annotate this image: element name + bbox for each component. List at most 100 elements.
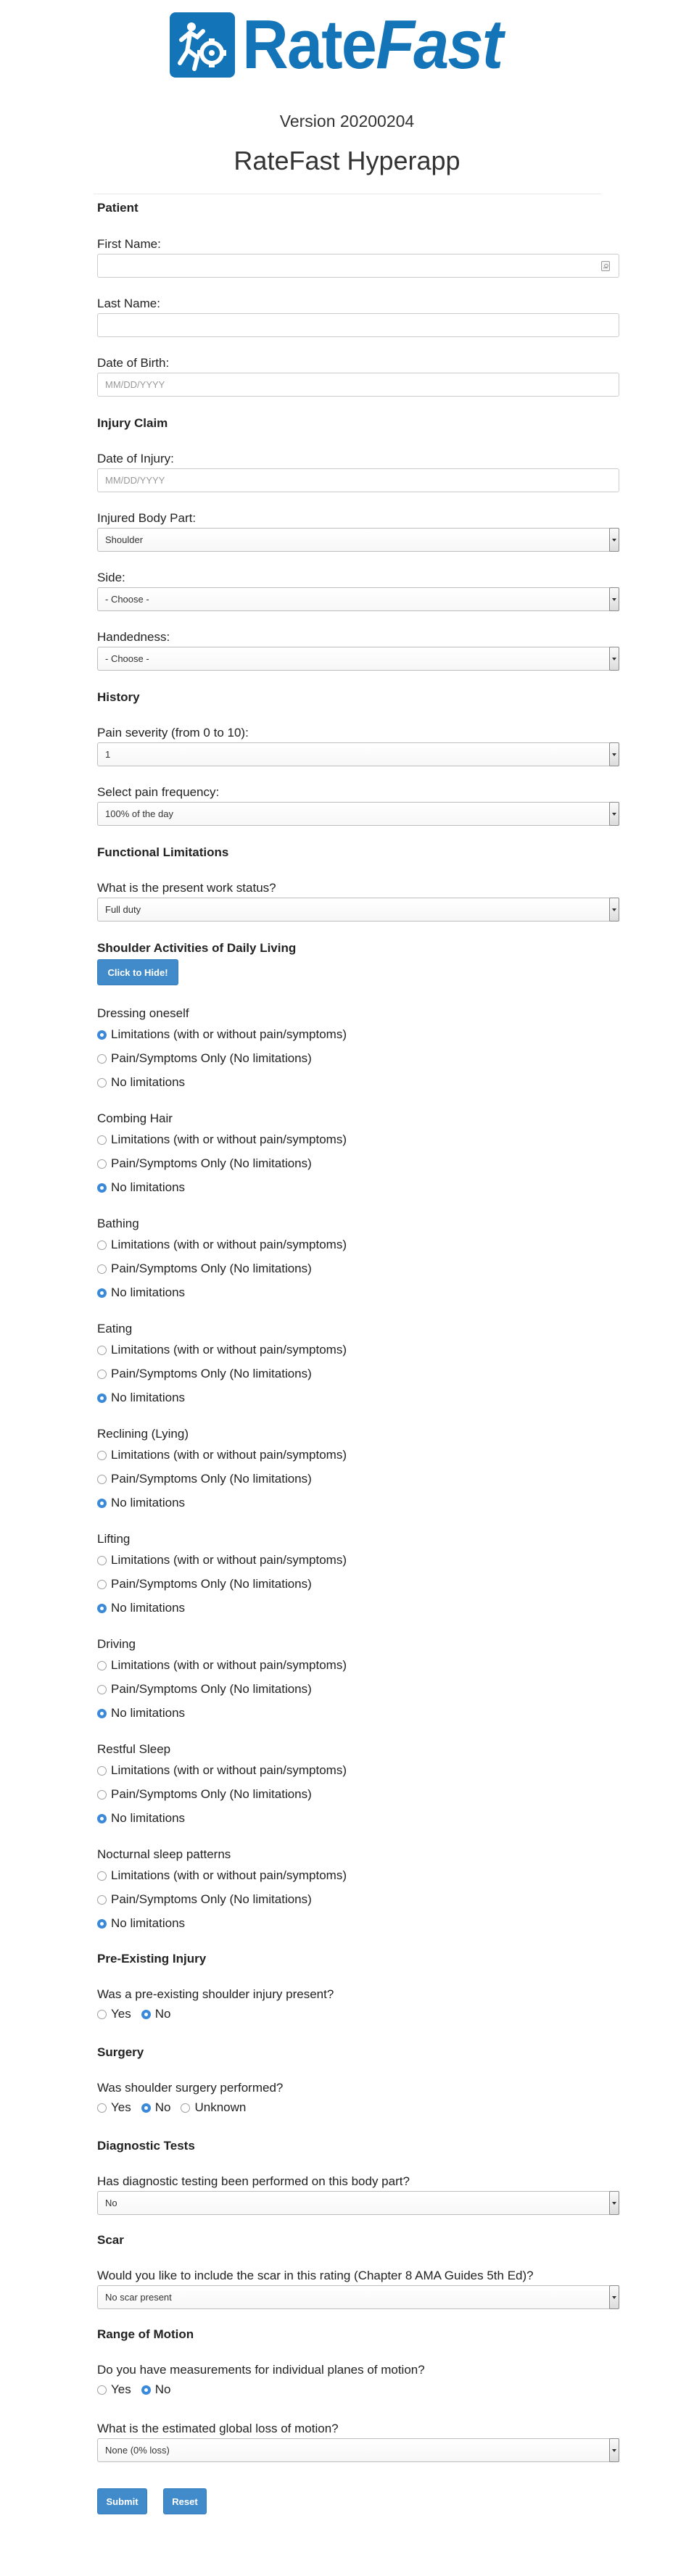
chevron-down-icon[interactable] bbox=[609, 2285, 619, 2309]
surgery-option[interactable]: No bbox=[141, 2100, 170, 2115]
pain-severity-select[interactable]: 1 bbox=[97, 742, 619, 766]
chevron-down-icon[interactable] bbox=[609, 647, 619, 671]
toggle-adl-button[interactable]: Click to Hide! bbox=[97, 959, 178, 985]
chevron-down-icon[interactable] bbox=[609, 2191, 619, 2215]
first-name-input[interactable] bbox=[97, 254, 619, 278]
radio-button[interactable] bbox=[97, 1474, 107, 1484]
surgery-option[interactable]: Yes bbox=[97, 2100, 131, 2115]
radio-button[interactable] bbox=[97, 1345, 107, 1355]
radio-button[interactable] bbox=[97, 1030, 107, 1040]
contact-card-icon[interactable] bbox=[601, 261, 610, 271]
adl-option[interactable]: No limitations bbox=[97, 1074, 185, 1091]
radio-button[interactable] bbox=[97, 1660, 107, 1670]
adl-option[interactable]: Limitations (with or without pain/sympto… bbox=[97, 1762, 347, 1779]
adl-option[interactable]: Limitations (with or without pain/sympto… bbox=[97, 1867, 347, 1884]
radio-button[interactable] bbox=[97, 1369, 107, 1379]
adl-option[interactable]: No limitations bbox=[97, 1494, 185, 1512]
radio-button[interactable] bbox=[97, 1288, 107, 1298]
chevron-down-icon[interactable] bbox=[609, 742, 619, 766]
last-name-input[interactable] bbox=[97, 313, 619, 337]
radio-button[interactable] bbox=[97, 1393, 107, 1403]
side-select[interactable]: - Choose - bbox=[97, 587, 619, 611]
submit-button[interactable]: Submit bbox=[97, 2488, 147, 2514]
adl-option[interactable]: Pain/Symptoms Only (No limitations) bbox=[97, 1575, 312, 1593]
logo: RateFast bbox=[0, 0, 694, 87]
radio-button[interactable] bbox=[97, 1264, 107, 1274]
adl-option[interactable]: Pain/Symptoms Only (No limitations) bbox=[97, 1050, 312, 1067]
adl-option[interactable]: Limitations (with or without pain/sympto… bbox=[97, 1026, 347, 1043]
radio-button[interactable] bbox=[97, 1135, 107, 1145]
radio-button[interactable] bbox=[97, 1077, 107, 1088]
radio-button[interactable] bbox=[97, 1183, 107, 1193]
adl-option[interactable]: Limitations (with or without pain/sympto… bbox=[97, 1341, 347, 1359]
reset-button[interactable]: Reset bbox=[163, 2488, 207, 2514]
rom-option-label: Yes bbox=[111, 2382, 131, 2396]
adl-option[interactable]: Pain/Symptoms Only (No limitations) bbox=[97, 1470, 312, 1488]
adl-option[interactable]: Pain/Symptoms Only (No limitations) bbox=[97, 1365, 312, 1383]
adl-option[interactable]: No limitations bbox=[97, 1705, 185, 1722]
rom-option[interactable]: Yes bbox=[97, 2382, 131, 2397]
adl-option[interactable]: Limitations (with or without pain/sympto… bbox=[97, 1552, 347, 1569]
doi-input[interactable]: MM/DD/YYYY bbox=[97, 468, 619, 492]
chevron-down-icon[interactable] bbox=[609, 802, 619, 826]
radio-button[interactable] bbox=[97, 1450, 107, 1460]
adl-option[interactable]: Limitations (with or without pain/sympto… bbox=[97, 1446, 347, 1464]
scar-select[interactable]: No scar present bbox=[97, 2285, 619, 2309]
radio-button[interactable] bbox=[97, 1894, 107, 1905]
adl-option[interactable]: Pain/Symptoms Only (No limitations) bbox=[97, 1891, 312, 1908]
chevron-down-icon[interactable] bbox=[609, 898, 619, 922]
logo-mark-icon bbox=[169, 12, 235, 78]
diagnostic-select[interactable]: No bbox=[97, 2191, 619, 2215]
adl-option[interactable]: No limitations bbox=[97, 1599, 185, 1617]
chevron-down-icon[interactable] bbox=[609, 528, 619, 552]
handedness-select[interactable]: - Choose - bbox=[97, 647, 619, 671]
logo-wordmark: RateFast bbox=[242, 10, 503, 80]
adl-option[interactable]: Pain/Symptoms Only (No limitations) bbox=[97, 1681, 312, 1698]
pre_existing-option[interactable]: No bbox=[141, 2007, 170, 2021]
radio-button[interactable] bbox=[97, 1603, 107, 1613]
adl-option[interactable]: Pain/Symptoms Only (No limitations) bbox=[97, 1786, 312, 1803]
radio-button[interactable] bbox=[141, 2385, 151, 2395]
radio-button[interactable] bbox=[97, 1053, 107, 1064]
radio-button[interactable] bbox=[97, 1918, 107, 1929]
adl-option[interactable]: No limitations bbox=[97, 1389, 185, 1407]
adl-option[interactable]: Pain/Symptoms Only (No limitations) bbox=[97, 1260, 312, 1277]
radio-button[interactable] bbox=[181, 2103, 191, 2113]
adl-option[interactable]: Limitations (with or without pain/sympto… bbox=[97, 1236, 347, 1254]
radio-button[interactable] bbox=[97, 2385, 107, 2395]
radio-button[interactable] bbox=[97, 1498, 107, 1508]
dob-input[interactable]: MM/DD/YYYY bbox=[97, 373, 619, 397]
global-loss-select[interactable]: None (0% loss) bbox=[97, 2438, 619, 2462]
radio-button[interactable] bbox=[97, 1240, 107, 1250]
work-status-select[interactable]: Full duty bbox=[97, 898, 619, 922]
radio-button[interactable] bbox=[97, 1871, 107, 1881]
body-part-select[interactable]: Shoulder bbox=[97, 528, 619, 552]
radio-button[interactable] bbox=[97, 1684, 107, 1694]
radio-button[interactable] bbox=[97, 1555, 107, 1565]
radio-button[interactable] bbox=[141, 2103, 151, 2113]
radio-button[interactable] bbox=[97, 1765, 107, 1776]
radio-button[interactable] bbox=[97, 1708, 107, 1718]
rom-radio-group: Yes No bbox=[97, 2381, 181, 2398]
adl-option[interactable]: Limitations (with or without pain/sympto… bbox=[97, 1131, 347, 1148]
rom-option[interactable]: No bbox=[141, 2382, 170, 2397]
chevron-down-icon[interactable] bbox=[609, 587, 619, 611]
adl-option[interactable]: No limitations bbox=[97, 1284, 185, 1301]
surgery-option[interactable]: Unknown bbox=[181, 2100, 246, 2115]
radio-button[interactable] bbox=[97, 1789, 107, 1800]
adl-option[interactable]: No limitations bbox=[97, 1810, 185, 1827]
radio-button[interactable] bbox=[97, 1579, 107, 1589]
adl-option-label: No limitations bbox=[111, 1706, 186, 1720]
pain-frequency-select[interactable]: 100% of the day bbox=[97, 802, 619, 826]
adl-option[interactable]: Limitations (with or without pain/sympto… bbox=[97, 1657, 347, 1674]
radio-button[interactable] bbox=[97, 2103, 107, 2113]
pre_existing-option[interactable]: Yes bbox=[97, 2007, 131, 2021]
adl-option[interactable]: No limitations bbox=[97, 1915, 185, 1932]
radio-button[interactable] bbox=[97, 1813, 107, 1823]
adl-option[interactable]: Pain/Symptoms Only (No limitations) bbox=[97, 1155, 312, 1172]
radio-button[interactable] bbox=[141, 2009, 151, 2019]
radio-button[interactable] bbox=[97, 2009, 107, 2019]
adl-option[interactable]: No limitations bbox=[97, 1179, 185, 1196]
radio-button[interactable] bbox=[97, 1159, 107, 1169]
chevron-down-icon[interactable] bbox=[609, 2438, 619, 2462]
